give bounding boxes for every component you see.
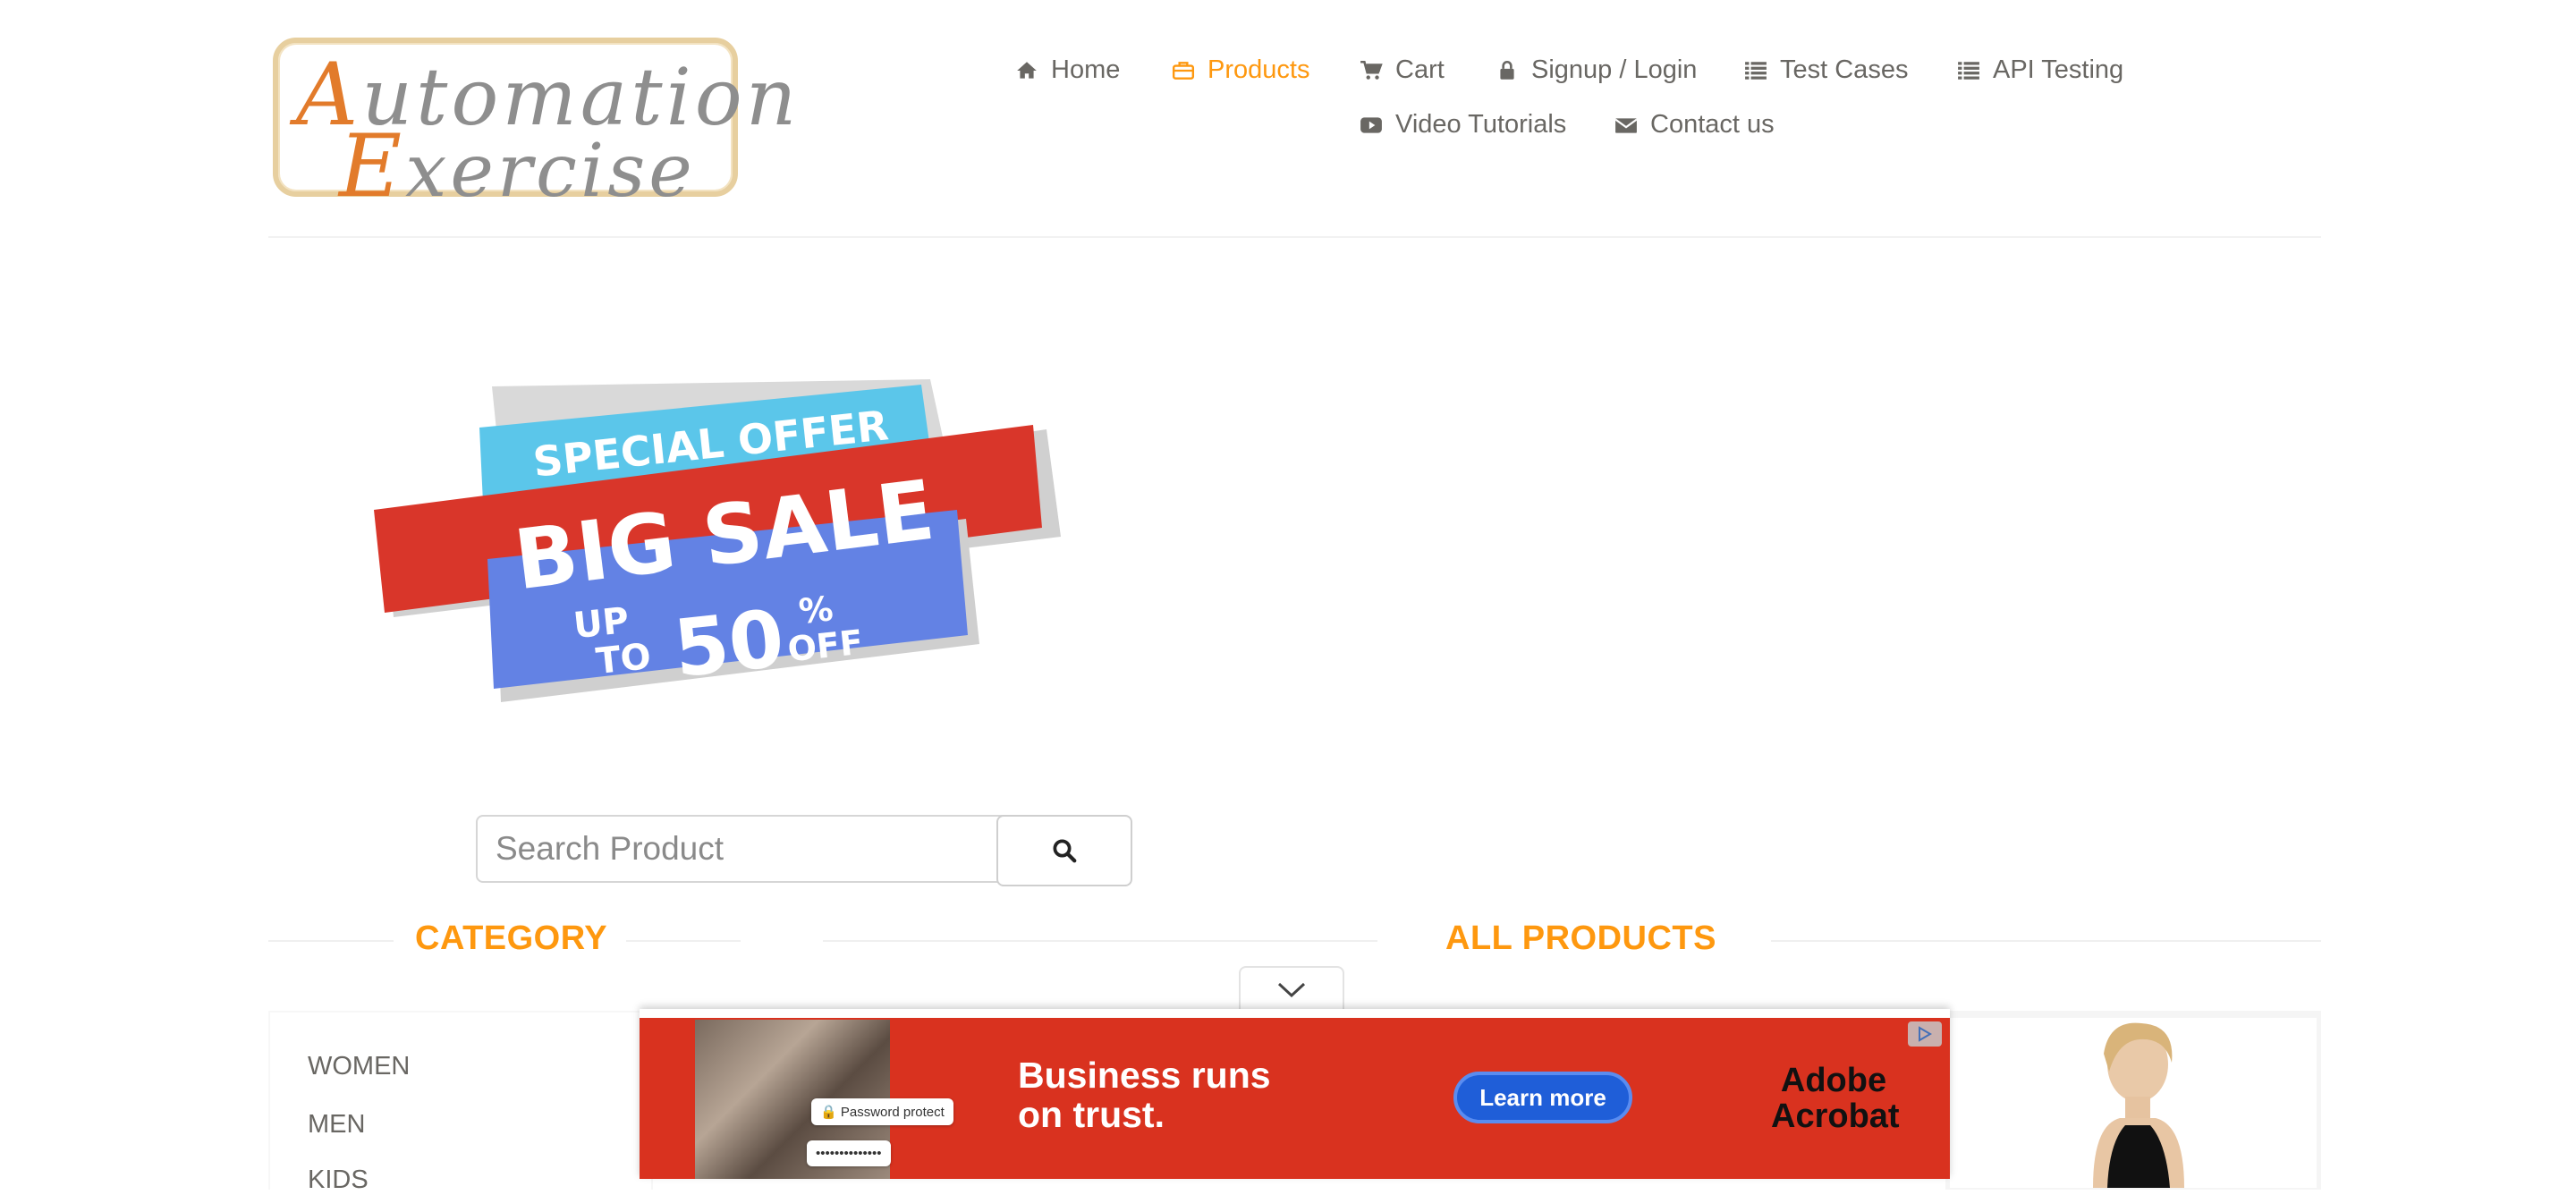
category-men[interactable]: MEN bbox=[308, 1110, 365, 1140]
search-button[interactable] bbox=[996, 815, 1132, 886]
ad-learn-more-button[interactable]: Learn more bbox=[1453, 1072, 1632, 1123]
nav-signup-login-label: Signup / Login bbox=[1531, 55, 1698, 84]
ad-photo: 🔒 Password protect •••••••••••••• bbox=[695, 1020, 953, 1179]
nav-contact-us[interactable]: Contact us bbox=[1614, 110, 1775, 140]
nav-products[interactable]: Products bbox=[1172, 55, 1309, 85]
adchoices-glyph bbox=[1919, 1026, 1932, 1042]
nav-api-testing-label: API Testing bbox=[1993, 55, 2124, 84]
products-title-rule-left bbox=[823, 940, 1377, 942]
chevron-down-icon bbox=[1277, 982, 1306, 998]
nav-cart[interactable]: Cart bbox=[1360, 55, 1445, 85]
nav-test-cases-label: Test Cases bbox=[1780, 55, 1909, 84]
ad-banner[interactable]: 🔒 Password protect •••••••••••••• Busine… bbox=[640, 1018, 1950, 1179]
envelope-icon bbox=[1614, 117, 1638, 133]
sale-banner: SPECIAL OFFER BIG SALE UP TO 50 % OFF bbox=[374, 379, 1061, 702]
ad-headline-line-2: on trust. bbox=[1018, 1094, 1165, 1135]
sale-percent-value: 50 bbox=[670, 592, 789, 695]
category-women[interactable]: WOMEN bbox=[308, 1052, 410, 1081]
ad-chip-password-dots: •••••••••••••• bbox=[807, 1140, 891, 1166]
nav-products-label: Products bbox=[1208, 55, 1310, 84]
list-icon bbox=[1958, 61, 1979, 80]
category-title-rule-left bbox=[268, 940, 394, 942]
product-image bbox=[2093, 1022, 2184, 1188]
ad-headline: Business runs on trust. bbox=[1018, 1055, 1376, 1134]
header-divider bbox=[268, 236, 2321, 238]
sale-line-off: OFF bbox=[786, 623, 865, 670]
nav-cart-label: Cart bbox=[1395, 55, 1445, 84]
sale-line-to: TO bbox=[594, 636, 653, 682]
nav-home-label: Home bbox=[1051, 55, 1121, 84]
nav-video-tutorials-label: Video Tutorials bbox=[1395, 110, 1567, 139]
products-title: ALL PRODUCTS bbox=[1445, 920, 1716, 957]
ad-brand-line-2: Acrobat bbox=[1771, 1098, 1900, 1135]
ad-chip-password-protect: 🔒 Password protect bbox=[811, 1098, 953, 1125]
youtube-play-icon bbox=[1360, 116, 1382, 133]
search-input[interactable] bbox=[476, 815, 1004, 883]
home-icon bbox=[1017, 61, 1037, 79]
products-title-rule-right bbox=[1771, 940, 2321, 942]
ad-collapse-button[interactable] bbox=[1239, 966, 1344, 1013]
ad-headline-line-1: Business runs bbox=[1018, 1055, 1271, 1096]
category-title-rule-right bbox=[626, 940, 741, 942]
briefcase-icon bbox=[1172, 61, 1195, 80]
nav-api-testing[interactable]: API Testing bbox=[1957, 55, 2123, 85]
nav-test-cases[interactable]: Test Cases bbox=[1744, 55, 1908, 85]
lock-icon bbox=[1500, 60, 1514, 80]
category-panel bbox=[268, 1011, 653, 1190]
product-card bbox=[1950, 1018, 2317, 1188]
nav-signup-login[interactable]: Signup / Login bbox=[1496, 55, 1697, 85]
ad-brand-line-1: Adobe bbox=[1780, 1062, 1887, 1099]
logo-line-2: Exercise bbox=[339, 116, 696, 216]
search-icon bbox=[1053, 839, 1077, 863]
nav-video-tutorials[interactable]: Video Tutorials bbox=[1360, 110, 1566, 140]
adchoices-icon[interactable] bbox=[1908, 1021, 1942, 1047]
list-icon bbox=[1745, 61, 1767, 80]
site-logo[interactable]: Automation Exercise bbox=[273, 38, 796, 216]
category-kids[interactable]: KIDS bbox=[308, 1165, 369, 1195]
ad-brand: Adobe Acrobat bbox=[1771, 1062, 1900, 1135]
category-title: CATEGORY bbox=[415, 920, 608, 957]
nav-contact-us-label: Contact us bbox=[1650, 110, 1775, 139]
cart-icon bbox=[1360, 60, 1383, 80]
nav-home[interactable]: Home bbox=[1015, 55, 1120, 85]
